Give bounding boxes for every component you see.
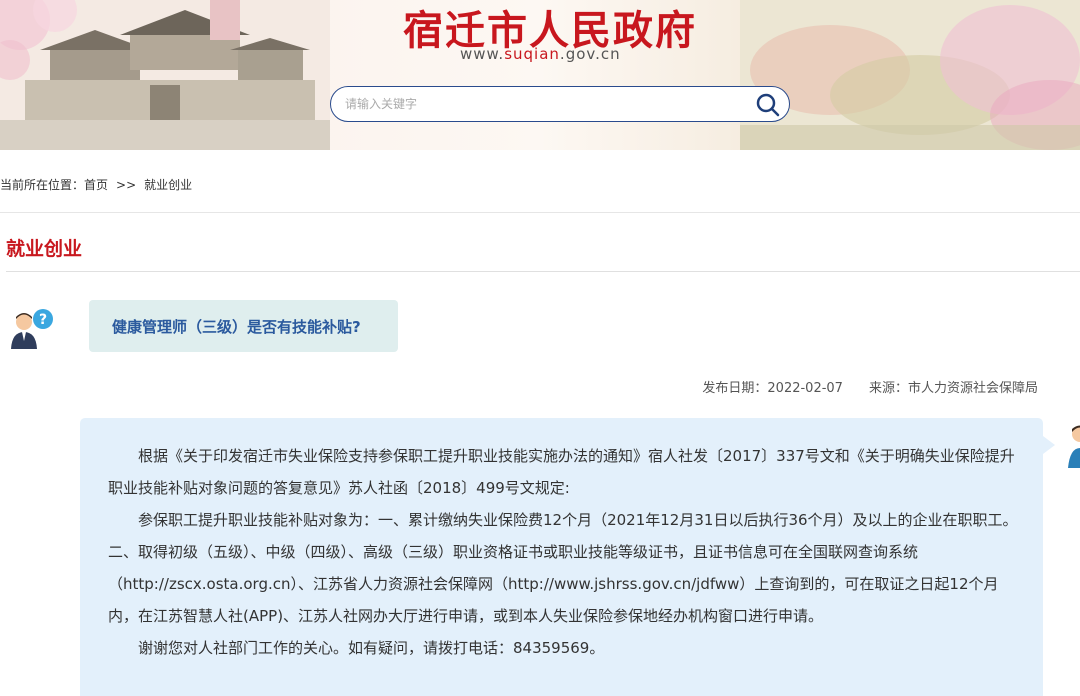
answer-paragraph: 谢谢您对人社部门工作的关心。如有疑问，请拨打电话：84359569。 [138, 639, 605, 657]
breadcrumb-home-link[interactable]: 首页 [84, 178, 108, 192]
post-meta: 发布日期：2022-02-07 来源：市人力资源社会保障局 [702, 377, 1038, 396]
site-url: www.suqian.gov.cn [460, 45, 660, 65]
answer-bubble: 根据《关于印发宿迁市失业保险支持参保职工提升职业技能实施办法的通知》宿人社发〔2… [80, 418, 1055, 696]
question-text: 健康管理师（三级）是否有技能补贴? [112, 318, 361, 336]
date-label: 发布日期： [702, 381, 768, 396]
search-box [330, 86, 790, 122]
section-divider [6, 271, 1080, 272]
publish-date: 2022-02-07 [767, 381, 843, 396]
divider [0, 212, 1080, 213]
city-gate-illustration [0, 0, 330, 150]
breadcrumb-prefix: 当前所在位置： [0, 178, 85, 192]
search-input[interactable] [345, 94, 745, 114]
site-title: 宿迁市人民政府 [403, 7, 697, 54]
breadcrumb: 当前所在位置：首页 >> 就业创业 [0, 176, 192, 196]
answer-paragraph: 根据《关于印发宿迁市失业保险支持参保职工提升职业技能实施办法的通知》宿人社发〔2… [108, 447, 1015, 497]
flower-garden-illustration [740, 0, 1080, 150]
asker-avatar-icon: ? [11, 309, 53, 349]
section-title: 就业创业 [6, 238, 83, 260]
site-url-highlight: suqian [504, 45, 560, 63]
source-label: 来源： [868, 381, 908, 396]
svg-text:?: ? [39, 312, 47, 328]
site-url-suffix: .gov.cn [559, 45, 621, 63]
site-url-prefix: www. [460, 45, 505, 63]
search-icon[interactable] [755, 92, 781, 118]
responder-avatar-icon [1068, 425, 1080, 468]
answer-body: 根据《关于印发宿迁市失业保险支持参保职工提升职业技能实施办法的通知》宿人社发〔2… [108, 440, 1022, 664]
answer-paragraph: 参保职工提升职业技能补贴对象为：一、累计缴纳失业保险费12个月（2021年12月… [108, 511, 1018, 625]
breadcrumb-separator: >> [116, 178, 137, 192]
breadcrumb-current-link[interactable]: 就业创业 [144, 178, 192, 192]
header-banner: 宿迁市人民政府 www.suqian.gov.cn [0, 0, 1080, 150]
source-name: 市人力资源社会保障局 [907, 381, 1038, 396]
question-bubble: 健康管理师（三级）是否有技能补贴? [89, 300, 398, 352]
